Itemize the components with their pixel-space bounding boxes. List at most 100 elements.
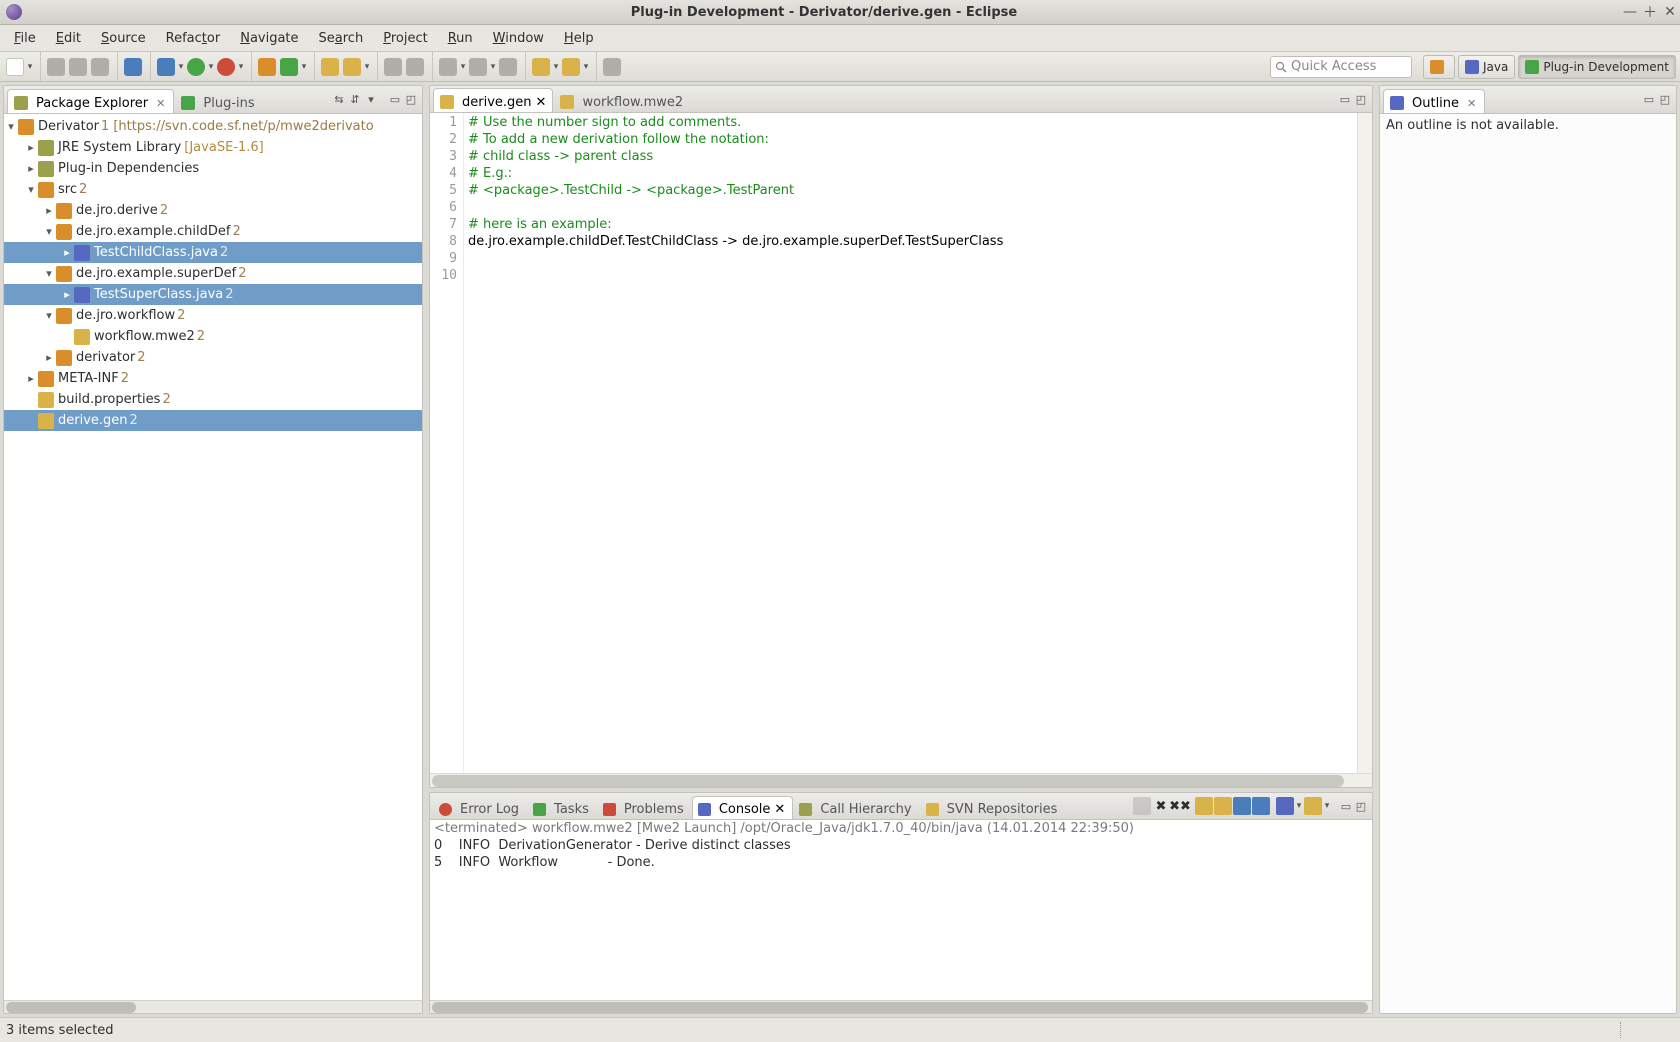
tab-error-log[interactable]: Error Log — [433, 796, 527, 819]
print-icon[interactable] — [91, 58, 109, 76]
tree-metainf[interactable]: ▸ META-INF 2 — [4, 368, 422, 389]
minimize-window-button[interactable]: — — [1620, 4, 1640, 20]
search-icon[interactable] — [343, 58, 361, 76]
open-type-icon[interactable] — [321, 58, 339, 76]
menu-help[interactable]: Help — [554, 27, 604, 50]
tree-src[interactable]: ▾ src 2 — [4, 179, 422, 200]
open-artifact-dropdown-icon[interactable]: ▾ — [300, 58, 308, 76]
twistie-open-icon[interactable]: ▾ — [42, 267, 56, 280]
twistie-open-icon[interactable]: ▾ — [42, 309, 56, 322]
scroll-lock-icon[interactable] — [1214, 797, 1232, 815]
outline-tab[interactable]: Outline ✕ — [1383, 89, 1485, 113]
quick-access-input[interactable]: Quick Access — [1270, 56, 1412, 78]
annotation-prev-icon[interactable] — [439, 58, 457, 76]
back-dd[interactable]: ▾ — [552, 58, 560, 76]
close-icon[interactable]: ✕ — [1467, 97, 1476, 110]
tree-pkg-super[interactable]: ▾ de.jro.example.superDef 2 — [4, 263, 422, 284]
ann-next-dd[interactable]: ▾ — [489, 58, 497, 76]
twistie-closed-icon[interactable]: ▸ — [24, 162, 38, 175]
menu-edit[interactable]: Edit — [46, 27, 91, 50]
package-explorer-tab[interactable]: Package Explorer ✕ — [7, 89, 174, 113]
twistie-closed-icon[interactable]: ▸ — [60, 246, 74, 259]
close-icon[interactable]: ✕ — [156, 97, 165, 110]
ann-prev-dd[interactable]: ▾ — [459, 58, 467, 76]
tree-file-workflow[interactable]: workflow.mwe2 2 — [4, 326, 422, 347]
open-plugin-artifact-icon[interactable] — [280, 58, 298, 76]
maximize-view-button[interactable]: ◰ — [1354, 92, 1368, 106]
view-menu-icon[interactable]: ▾ — [364, 93, 378, 107]
perspective-java-button[interactable]: Java — [1458, 55, 1515, 79]
tree-pkg-child[interactable]: ▾ de.jro.example.childDef 2 — [4, 221, 422, 242]
twistie-open-icon[interactable]: ▾ — [42, 225, 56, 238]
editor-tab-derivegen[interactable]: derive.gen ✕ — [433, 88, 553, 112]
twistie-open-icon[interactable]: ▾ — [24, 183, 38, 196]
link-editor-icon[interactable]: ⇵ — [348, 93, 362, 107]
horizontal-scrollbar[interactable] — [4, 1000, 422, 1013]
pin-console-icon[interactable] — [1233, 797, 1251, 815]
maximize-view-button[interactable]: ◰ — [1354, 799, 1368, 813]
menu-search[interactable]: Search — [309, 27, 374, 50]
remove-launch-icon[interactable]: ✖ — [1152, 797, 1170, 815]
save-all-icon[interactable] — [69, 58, 87, 76]
tree-derivegen[interactable]: derive.gen 2 — [4, 410, 422, 431]
twistie-closed-icon[interactable]: ▸ — [42, 351, 56, 364]
debug-dropdown-icon[interactable]: ▾ — [177, 58, 185, 76]
close-icon[interactable]: ✕ — [774, 802, 785, 817]
console-horizontal-scrollbar[interactable] — [430, 1000, 1372, 1013]
minimize-view-button[interactable]: ▭ — [1338, 92, 1352, 106]
menu-project[interactable]: Project — [373, 27, 438, 50]
editor-horizontal-scrollbar[interactable] — [430, 773, 1372, 787]
annotation-next-icon[interactable] — [469, 58, 487, 76]
new-extension-icon[interactable] — [258, 58, 276, 76]
run-last-dropdown-icon[interactable]: ▾ — [237, 58, 245, 76]
minimize-view-button[interactable]: ▭ — [1642, 93, 1656, 107]
remove-all-icon[interactable]: ✖✖ — [1171, 797, 1189, 815]
toggle-mark-icon[interactable] — [384, 58, 402, 76]
search-dropdown-icon[interactable]: ▾ — [363, 58, 371, 76]
run-dropdown-icon[interactable]: ▾ — [207, 58, 215, 76]
minimize-view-button[interactable]: ▭ — [388, 93, 402, 107]
menu-source[interactable]: Source — [91, 27, 156, 50]
debug-icon[interactable] — [157, 58, 175, 76]
minimize-view-button[interactable]: ▭ — [1339, 799, 1353, 813]
tab-tasks[interactable]: Tasks — [527, 796, 597, 819]
menu-file[interactable]: File — [4, 27, 46, 50]
display-selected-icon[interactable] — [1276, 797, 1294, 815]
overview-ruler[interactable] — [1357, 113, 1372, 773]
tab-problems[interactable]: Problems — [597, 796, 692, 819]
menu-navigate[interactable]: Navigate — [230, 27, 308, 50]
tab-call-hierarchy[interactable]: Call Hierarchy — [793, 796, 919, 819]
menu-refactor[interactable]: Refactor — [156, 27, 231, 50]
tree-pkg-derive[interactable]: ▸ de.jro.derive 2 — [4, 200, 422, 221]
maximize-window-button[interactable]: ＋ — [1640, 2, 1660, 22]
tree-file-testsuper[interactable]: ▸ TestSuperClass.java 2 — [4, 284, 422, 305]
editor-text-area[interactable]: # Use the number sign to add comments. #… — [464, 113, 1357, 773]
package-explorer-body[interactable]: ▾ Derivator 1 [https://svn.code.sf.net/p… — [4, 114, 422, 1000]
console-body[interactable]: <terminated> workflow.mwe2 [Mwe2 Launch]… — [430, 820, 1372, 1013]
toggle-block-icon[interactable] — [406, 58, 424, 76]
editor-body[interactable]: 12345678910 # Use the number sign to add… — [430, 113, 1372, 773]
tree-folder-derivator[interactable]: ▸ derivator 2 — [4, 347, 422, 368]
skip-breakpoints-icon[interactable] — [124, 58, 142, 76]
new-dropdown-icon[interactable]: ▾ — [26, 58, 34, 76]
menu-run[interactable]: Run — [438, 27, 483, 50]
twistie-closed-icon[interactable]: ▸ — [24, 372, 38, 385]
open-console-icon[interactable] — [1304, 797, 1322, 815]
open-console-dropdown-icon[interactable]: ▾ — [1323, 797, 1331, 815]
clear-console-icon[interactable] — [1195, 797, 1213, 815]
new-wizard-icon[interactable] — [6, 58, 24, 76]
twistie-closed-icon[interactable]: ▸ — [60, 288, 74, 301]
perspective-pde-button[interactable]: Plug-in Development — [1518, 55, 1676, 79]
twistie-closed-icon[interactable]: ▸ — [42, 204, 56, 217]
tree-pkg-workflow[interactable]: ▾ de.jro.workflow 2 — [4, 305, 422, 326]
twistie-closed-icon[interactable]: ▸ — [24, 141, 38, 154]
open-perspective-button[interactable] — [1423, 55, 1455, 79]
collapse-all-icon[interactable]: ⇆ — [332, 93, 346, 107]
tree-plugin-deps[interactable]: ▸ Plug-in Dependencies — [4, 158, 422, 179]
tab-svn-repositories[interactable]: SVN Repositories — [920, 796, 1066, 819]
plugins-tab[interactable]: Plug-ins — [174, 89, 263, 113]
display-dropdown-icon[interactable]: ▾ — [1295, 797, 1303, 815]
tree-project[interactable]: ▾ Derivator 1 [https://svn.code.sf.net/p… — [4, 116, 422, 137]
editor-tab-workflow[interactable]: workflow.mwe2 — [553, 88, 690, 112]
forward-icon[interactable] — [562, 58, 580, 76]
